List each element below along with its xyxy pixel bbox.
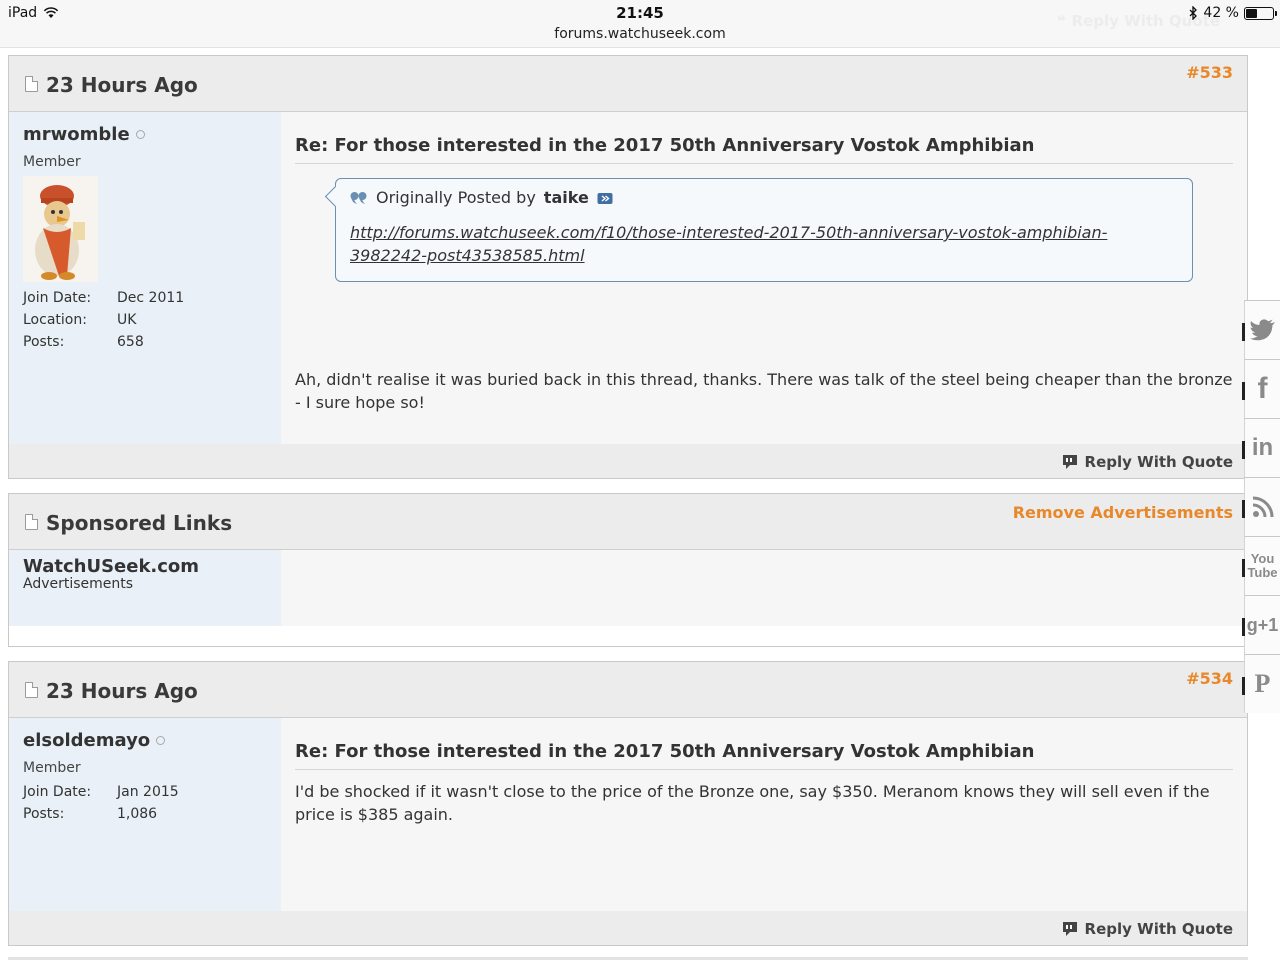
battery-level (1246, 8, 1257, 18)
stat-posts: Posts: 1,086 (23, 806, 158, 822)
post-date: 23 Hours Ago (46, 73, 198, 97)
user-title: Member (23, 760, 81, 776)
youtube-icon[interactable]: You Tube (1242, 536, 1280, 595)
status-right: 42 % (1188, 5, 1277, 21)
quote-author: taike (543, 188, 589, 207)
username[interactable]: elsoldemayo (23, 730, 166, 751)
facebook-icon[interactable]: f (1242, 359, 1280, 418)
offline-status-icon (135, 130, 145, 139)
user-title: Member (23, 154, 81, 170)
google-plus-icon[interactable]: g+1 (1242, 595, 1280, 654)
avatar-image (23, 176, 98, 282)
sponsored-status-icon (25, 514, 38, 530)
user-stats: Join Date: Dec 2011 Location: UK Posts: 658 (23, 290, 184, 356)
pinterest-icon[interactable]: P (1242, 654, 1280, 713)
battery-percent: 42 % (1203, 5, 1239, 21)
reply-with-quote-button[interactable]: Reply With Quote (1061, 920, 1233, 938)
stat-join-date: Join Date: Dec 2011 (23, 290, 185, 306)
social-share-rail: f in You Tube g+1 P (1242, 300, 1280, 713)
sponsored-title: Sponsored Links (46, 511, 233, 535)
sponsored-header: Sponsored Links Remove Advertisements (9, 494, 1247, 550)
battery-icon (1244, 6, 1277, 20)
status-bar: iPad 21:45 forums.watchuseek.com ❝ Reply… (0, 0, 1280, 48)
offline-status-icon (156, 736, 166, 745)
user-stats: Join Date: Jan 2015 Posts: 1,086 (23, 784, 179, 828)
post-message: I'd be shocked if it wasn't close to the… (295, 782, 1210, 824)
remove-ads-link[interactable]: Remove Advertisements (1013, 503, 1233, 522)
user-info-panel: mrwomble Member Join Date: Dec 2011 Loca… (9, 112, 281, 478)
quote-link[interactable]: http://forums.watchuseek.com/f10/those-i… (350, 221, 1132, 267)
stat-join-date: Join Date: Jan 2015 (23, 784, 179, 800)
post-title: Re: For those interested in the 2017 50t… (295, 135, 1233, 164)
reply-quote-icon (1062, 922, 1077, 936)
sponsor-subtitle: Advertisements (23, 576, 134, 592)
quote-prefix: Originally Posted by (376, 188, 536, 207)
quote-box: Originally Posted by taike http://forums… (335, 178, 1193, 282)
username[interactable]: mrwomble (23, 124, 145, 145)
post-date: 23 Hours Ago (46, 679, 198, 703)
rss-icon[interactable] (1242, 477, 1280, 536)
sponsored-links: Sponsored Links Remove Advertisements Wa… (8, 493, 1248, 647)
post-header: 23 Hours Ago #533 (9, 56, 1247, 112)
post-status-icon (25, 76, 38, 92)
sponsor-name: WatchUSeek.com (23, 556, 200, 577)
quote-header: Originally Posted by taike (350, 188, 613, 207)
sponsor-panel: WatchUSeek.com Advertisements (9, 550, 281, 626)
post-status-icon (25, 682, 38, 698)
post-content: Re: For those interested in the 2017 50t… (281, 112, 1247, 478)
post-footer: Reply With Quote (9, 444, 1247, 478)
post-title: Re: For those interested in the 2017 50t… (295, 741, 1233, 770)
post-533: 23 Hours Ago #533 mrwomble Member Join D… (8, 55, 1248, 479)
avatar[interactable] (23, 176, 98, 282)
twitter-glyph (1249, 319, 1275, 341)
twitter-icon[interactable] (1242, 300, 1280, 359)
linkedin-icon[interactable]: in (1242, 418, 1280, 477)
reply-quote-icon (1062, 455, 1077, 469)
post-534: 23 Hours Ago #534 elsoldemayo Member Joi… (8, 661, 1248, 946)
post-message: Ah, didn't realise it was buried back in… (295, 370, 1233, 412)
bluetooth-icon (1189, 6, 1198, 20)
quote-icon (350, 191, 367, 204)
post-number-link[interactable]: #534 (1186, 669, 1233, 688)
post-header: 23 Hours Ago #534 (9, 662, 1247, 718)
view-post-icon[interactable] (597, 191, 613, 205)
rss-glyph (1252, 496, 1273, 518)
stat-location: Location: UK (23, 312, 137, 328)
post-footer: Reply With Quote (9, 911, 1247, 945)
post-number-link[interactable]: #533 (1186, 63, 1233, 82)
ghost-quote-icon: ❝ (1056, 12, 1066, 30)
reply-with-quote-button[interactable]: Reply With Quote (1061, 453, 1233, 471)
stat-posts: Posts: 658 (23, 334, 144, 350)
